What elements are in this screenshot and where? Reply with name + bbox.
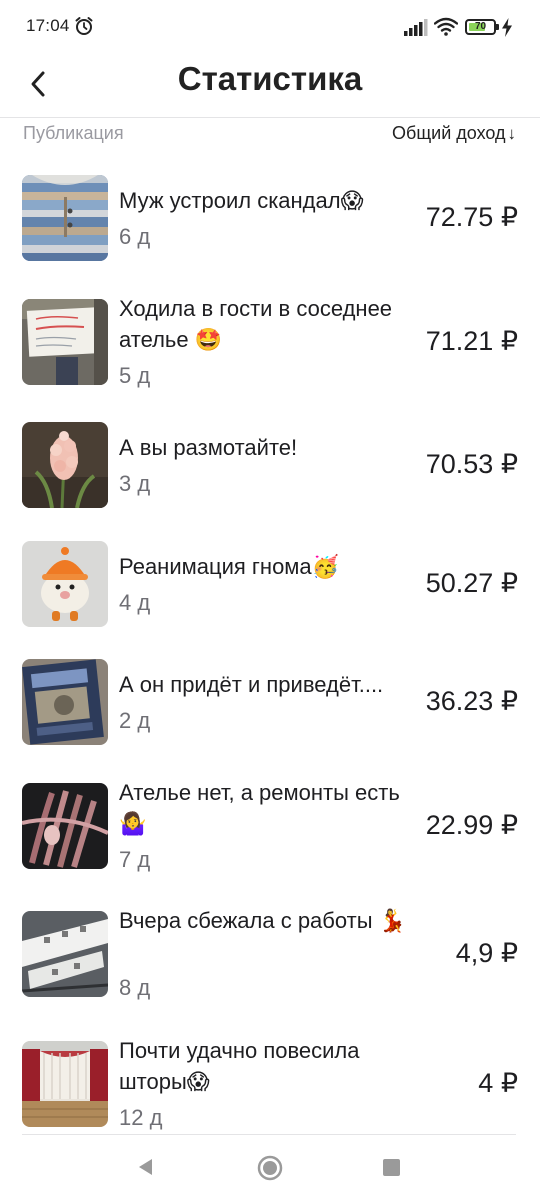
signal-icon xyxy=(404,19,428,36)
publication-income: 70.53 ₽ xyxy=(425,449,518,479)
system-navigation-bar xyxy=(0,1140,540,1200)
publication-title: А вы размотайте! xyxy=(119,435,298,460)
status-bar: 17:04 70 xyxy=(0,0,540,56)
publication-age: 3 д xyxy=(119,471,151,496)
publication-age: 6 д xyxy=(119,224,151,249)
column-income-label: Общий доход xyxy=(392,123,506,143)
publication-age: 4 д xyxy=(119,590,151,615)
battery-level: 70 xyxy=(474,21,487,32)
column-publication: Публикация xyxy=(23,123,124,143)
battery-tip xyxy=(496,24,499,30)
publication-title: Почти удачно повесила шторы😱 xyxy=(119,1038,360,1094)
publication-title: Ходила в гости в соседнее ателье 🤩 xyxy=(119,296,393,352)
publication-row[interactable]: Муж устроил скандал😱 6 д 72.75 ₽ xyxy=(0,150,540,270)
thumbnail-image xyxy=(22,1041,108,1127)
publication-title: Муж устроил скандал😱 xyxy=(119,188,364,213)
publication-title: А он придёт и приведёт.... xyxy=(119,672,384,697)
publication-income: 71.21 ₽ xyxy=(425,326,518,356)
thumbnail-image xyxy=(22,299,108,385)
square-recents-icon[interactable] xyxy=(383,1159,400,1176)
charging-bolt-icon xyxy=(502,18,512,37)
publication-income: 36.23 ₽ xyxy=(425,686,518,716)
publication-income: 72.75 ₽ xyxy=(425,202,518,232)
sort-by-income-button[interactable]: Общий доход ↓ xyxy=(392,123,516,144)
publication-age: 2 д xyxy=(119,708,151,733)
wifi-icon xyxy=(434,17,458,36)
app-header: Статистика xyxy=(0,56,540,118)
sort-arrow-icon: ↓ xyxy=(507,123,517,143)
thumbnail-image xyxy=(22,911,108,997)
battery-icon: 70 xyxy=(465,19,499,35)
publication-row[interactable]: Ходила в гости в соседнее ателье 🤩 5 д 7… xyxy=(0,274,540,394)
publication-income: 4,9 ₽ xyxy=(455,938,518,968)
publication-age: 8 д xyxy=(119,975,151,1000)
publication-title: Реанимация гнома🥳 xyxy=(119,554,340,579)
publication-age: 12 д xyxy=(119,1105,163,1130)
thumbnail-image xyxy=(22,659,108,745)
publication-row[interactable]: Ателье нет, а ремонты есть🤷‍♀️ 7 д 22.99… xyxy=(0,758,540,878)
publication-row[interactable]: Почти удачно повесила шторы😱 12 д 4 ₽ xyxy=(0,1016,540,1136)
publication-age: 7 д xyxy=(119,847,151,872)
publication-age: 5 д xyxy=(119,363,151,388)
page-title: Статистика xyxy=(177,60,363,97)
publication-row[interactable]: А он придёт и приведёт.... 2 д 36.23 ₽ xyxy=(0,634,540,754)
alarm-icon xyxy=(75,17,93,35)
triangle-back-icon[interactable] xyxy=(136,1157,156,1177)
publication-income: 22.99 ₽ xyxy=(425,810,518,840)
publication-row[interactable]: Реанимация гнома🥳 4 д 50.27 ₽ xyxy=(0,516,540,636)
publication-title: Ателье нет, а ремонты есть🤷‍♀️ xyxy=(119,780,400,836)
thumbnail-image xyxy=(22,422,108,508)
publication-title: Вчера сбежала с работы 💃 xyxy=(119,908,407,933)
thumbnail-image xyxy=(22,541,108,627)
column-headers: Публикация Общий доход ↓ xyxy=(0,121,540,145)
status-time: 17:04 xyxy=(26,16,70,35)
thumbnail-image xyxy=(22,783,108,869)
publication-row[interactable]: А вы размотайте! 3 д 70.53 ₽ xyxy=(0,397,540,517)
list-divider xyxy=(22,1134,516,1135)
publication-income: 4 ₽ xyxy=(478,1068,518,1098)
thumbnail-image xyxy=(22,175,108,261)
circle-home-icon[interactable] xyxy=(257,1155,283,1181)
publication-income: 50.27 ₽ xyxy=(425,568,518,598)
publication-row[interactable]: Вчера сбежала с работы 💃 8 д 4,9 ₽ xyxy=(0,886,540,1006)
